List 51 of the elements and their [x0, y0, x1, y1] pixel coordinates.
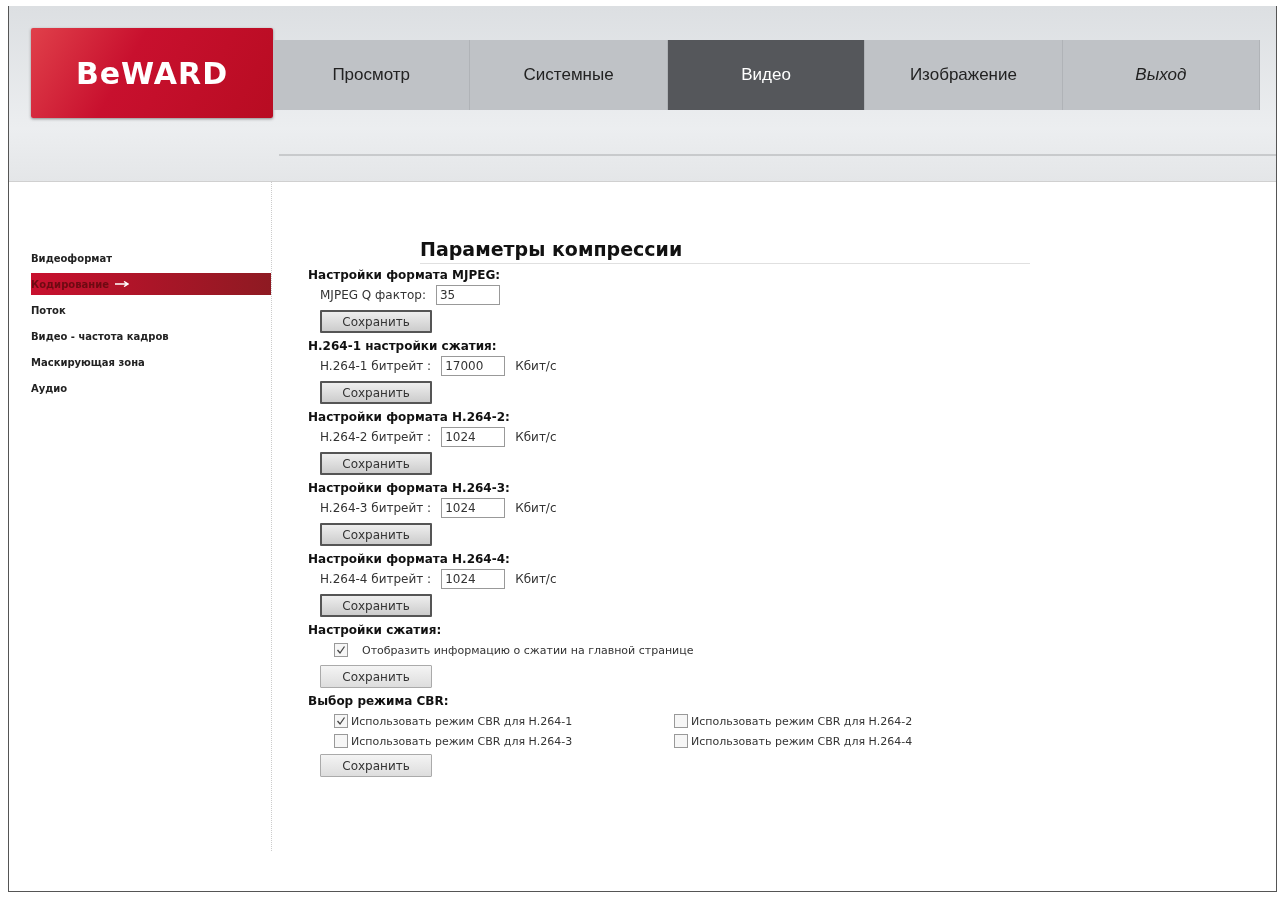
unit-label: Кбит/с [515, 359, 557, 373]
section-heading: Настройки сжатия: [308, 623, 443, 637]
sidebar-item[interactable]: Поток [9, 299, 249, 321]
save-button[interactable]: Сохранить [320, 381, 432, 404]
section-heading: Выбор режима CBR: [308, 694, 450, 708]
field-label: H.264-4 битрейт : [320, 572, 432, 586]
nav-tab[interactable]: Изображение [865, 40, 1063, 110]
sidebar-item[interactable]: Видеоформат [9, 247, 249, 269]
field-label: H.264-3 битрейт : [320, 501, 432, 515]
field-label: MJPEG Q фактор: [320, 288, 426, 302]
save-button[interactable]: Сохранить [320, 523, 432, 546]
section-heading: Настройки формата H.264-2: [308, 410, 511, 424]
input-field[interactable]: 35 [435, 285, 500, 305]
checkbox[interactable] [674, 734, 688, 748]
checkbox-label: Использовать режим CBR для H.264-3 [351, 734, 573, 748]
field-label: H.264-1 битрейт : [320, 359, 432, 373]
section-heading: Настройки формата H.264-3: [308, 481, 511, 495]
arrow-icon [114, 281, 129, 287]
checkbox-label: Отобразить информацию о сжатии на главной странице [362, 643, 694, 657]
unit-label: Кбит/с [515, 572, 557, 586]
checkbox[interactable] [334, 714, 348, 728]
unit-label: Кбит/с [515, 501, 557, 515]
save-button[interactable]: Сохранить [320, 452, 432, 475]
input-field[interactable]: 17000 [441, 356, 506, 376]
section-heading: H.264-1 настройки сжатия: [308, 339, 498, 353]
checkbox-label: Использовать режим CBR для H.264-1 [351, 714, 573, 728]
nav-tab[interactable]: Системные [470, 40, 668, 110]
checkbox[interactable] [334, 643, 348, 657]
input-field[interactable]: 1024 [441, 498, 506, 518]
checkbox[interactable] [334, 734, 348, 748]
checkbox-label: Использовать режим CBR для H.264-2 [691, 714, 913, 728]
sidebar-item[interactable]: Видео - частота кадров [9, 325, 249, 347]
section-heading: Настройки формата MJPEG: [308, 268, 502, 282]
sidebar-item[interactable]: Аудио [9, 377, 249, 399]
sidebar-item[interactable]: Маскирующая зона [9, 351, 249, 373]
save-button[interactable]: Сохранить [320, 754, 432, 777]
section-heading: Настройки формата H.264-4: [308, 552, 511, 566]
nav-tab[interactable]: Просмотр [273, 40, 471, 110]
brand-logo: BeWARD [31, 28, 273, 118]
save-button[interactable]: Сохранить [320, 310, 432, 333]
nav-tab[interactable]: Видео [667, 40, 866, 110]
save-button[interactable]: Сохранить [320, 594, 432, 617]
nav-tab[interactable]: Выход [1062, 40, 1261, 110]
page-title: Параметры компрессии [420, 238, 1030, 264]
checkbox-label: Использовать режим CBR для H.264-4 [691, 734, 913, 748]
checkbox[interactable] [674, 714, 688, 728]
input-field[interactable]: 1024 [441, 427, 506, 447]
save-button[interactable]: Сохранить [320, 665, 432, 688]
field-label: H.264-2 битрейт : [320, 430, 432, 444]
input-field[interactable]: 1024 [441, 569, 506, 589]
unit-label: Кбит/с [515, 430, 557, 444]
